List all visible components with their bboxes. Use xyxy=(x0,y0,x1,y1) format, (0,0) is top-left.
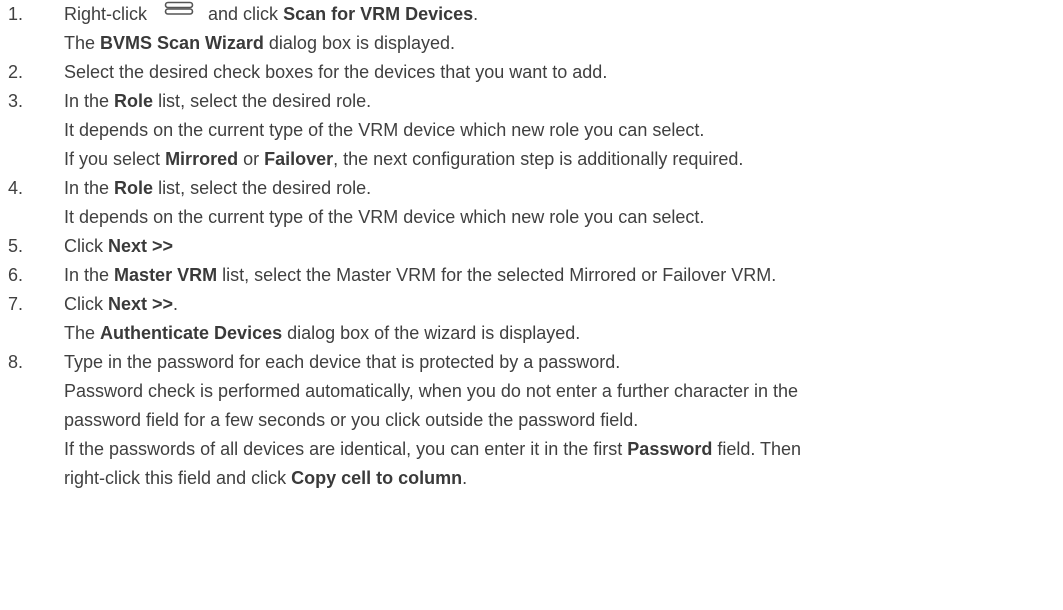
ui-term: BVMS Scan Wizard xyxy=(100,33,264,53)
ui-term: Next >> xyxy=(108,294,174,314)
text-segment: It depends on the current type of the VR… xyxy=(64,207,705,227)
step-text-line: It depends on the current type of the VR… xyxy=(64,116,1063,145)
ui-term: Master VRM xyxy=(114,265,218,285)
text-segment: field. Then xyxy=(712,439,802,459)
ui-term: Next >> xyxy=(108,236,174,256)
text-segment: dialog box is displayed. xyxy=(263,33,456,53)
text-segment: . xyxy=(473,4,479,24)
text-segment: dialog box of the wizard is displayed. xyxy=(282,323,581,343)
text-segment: . xyxy=(462,468,468,488)
step-text-line: Password check is performed automaticall… xyxy=(64,377,1063,406)
text-segment: Password check is performed automaticall… xyxy=(64,381,799,401)
step-text-line: The BVMS Scan Wizard dialog box is displ… xyxy=(64,29,1063,58)
text-segment: In the xyxy=(64,265,115,285)
procedure-step: 5. Click Next >> xyxy=(0,232,1063,261)
step-number: 7. xyxy=(8,294,24,314)
step-text-line: If the passwords of all devices are iden… xyxy=(64,435,1063,464)
text-segment: . xyxy=(173,294,179,314)
text-segment: If the passwords of all devices are iden… xyxy=(64,439,628,459)
step-text-line: right-click this field and click Copy ce… xyxy=(64,464,1063,493)
procedure-step: 4. In the Role list, select the desired r… xyxy=(0,174,1063,232)
procedure-step: 1. Right-click and click Scan for VRM Dev… xyxy=(0,0,1063,58)
step-number: 2. xyxy=(8,62,24,82)
text-segment: Select the desired check boxes for the d… xyxy=(64,62,608,82)
step-text-line: It depends on the current type of the VR… xyxy=(64,203,1063,232)
ui-term: Copy cell to column xyxy=(291,468,463,488)
text-segment: It depends on the current type of the VR… xyxy=(64,120,705,140)
text-segment: Click xyxy=(64,294,108,314)
text-segment: or xyxy=(238,149,265,169)
text-segment: password field for a few seconds or you … xyxy=(64,410,639,430)
text-segment: list, select the Master VRM for the sele… xyxy=(217,265,777,285)
text-segment: right-click this field and click xyxy=(64,468,292,488)
instruction-page: 1. Right-click and click Scan for VRM Dev… xyxy=(0,0,1063,610)
text-segment: If you select xyxy=(64,149,166,169)
procedure-step: 6. In the Master VRM list, select the Mas… xyxy=(0,261,1063,290)
text-segment: In the xyxy=(64,178,115,198)
step-number: 5. xyxy=(8,236,24,256)
step-text-line: In the Master VRM list, select the Maste… xyxy=(64,261,1063,290)
step-number: 1. xyxy=(8,4,24,24)
procedure-step: 7. Click Next >>. The Authenticate Devices… xyxy=(0,290,1063,348)
text-segment: The xyxy=(64,33,101,53)
text-segment: and click xyxy=(208,4,284,24)
step-text-line: In the Role list, select the desired rol… xyxy=(64,87,1063,116)
text-segment: list, select the desired role. xyxy=(153,178,372,198)
step-text-line: Type in the password for each device tha… xyxy=(64,348,1063,377)
step-text-line: If you select Mirrored or Failover, the … xyxy=(64,145,1063,174)
text-segment: list, select the desired role. xyxy=(153,91,372,111)
ui-term: Role xyxy=(114,178,154,198)
storage-device-icon xyxy=(164,0,194,15)
step-text-line: password field for a few seconds or you … xyxy=(64,406,1063,435)
ui-term: Mirrored xyxy=(165,149,239,169)
step-number: 8. xyxy=(8,352,24,372)
step-text-line: Right-click and click Scan for VRM Devic… xyxy=(64,0,1063,29)
step-text-line: Click Next >> xyxy=(64,232,1063,261)
ui-term: Failover xyxy=(264,149,334,169)
step-text-line: The Authenticate Devices dialog box of t… xyxy=(64,319,1063,348)
procedure-step: 8. Type in the password for each device t… xyxy=(0,348,1063,493)
text-segment: , the next configuration step is additio… xyxy=(333,149,744,169)
text-segment: Right-click xyxy=(64,4,153,24)
ui-term: Scan for VRM Devices xyxy=(283,4,474,24)
text-segment: Type in the password for each device tha… xyxy=(64,352,621,372)
ui-term: Password xyxy=(627,439,713,459)
procedure-step: 3. In the Role list, select the desired r… xyxy=(0,87,1063,174)
ui-term: Role xyxy=(114,91,154,111)
step-text-line: Click Next >>. xyxy=(64,290,1063,319)
step-text-line: Select the desired check boxes for the d… xyxy=(64,58,1063,87)
text-segment: In the xyxy=(64,91,115,111)
procedure-steps-list: 1. Right-click and click Scan for VRM Dev… xyxy=(0,0,1063,493)
ui-term: Authenticate Devices xyxy=(100,323,283,343)
procedure-step: 2. Select the desired check boxes for the… xyxy=(0,58,1063,87)
step-number: 3. xyxy=(8,91,24,111)
step-text-line: In the Role list, select the desired rol… xyxy=(64,174,1063,203)
text-segment: The xyxy=(64,323,101,343)
text-segment: Click xyxy=(64,236,108,256)
step-number: 4. xyxy=(8,178,24,198)
step-number: 6. xyxy=(8,265,24,285)
